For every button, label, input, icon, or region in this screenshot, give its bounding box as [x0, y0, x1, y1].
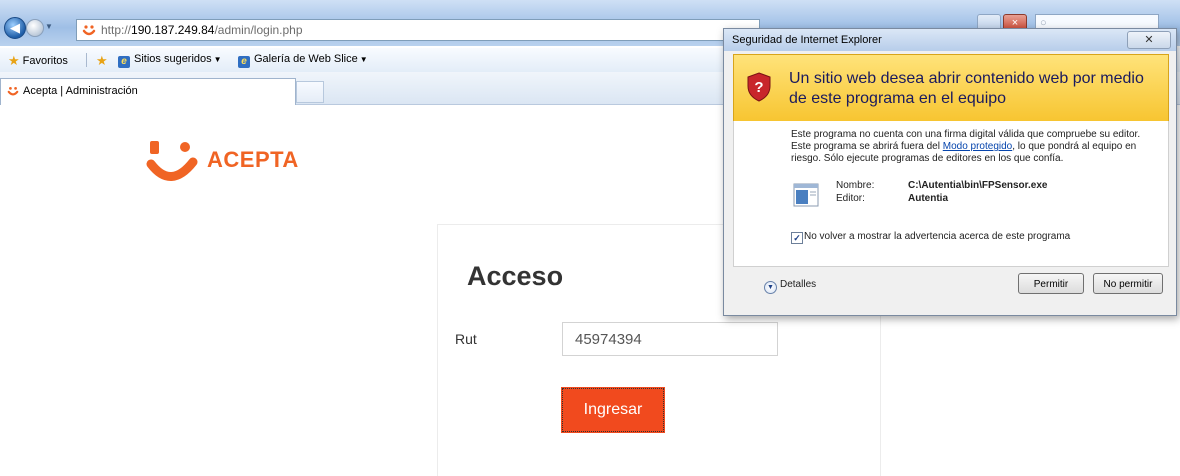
protected-mode-link[interactable]: Modo protegido [943, 141, 1013, 152]
address-bar[interactable]: http://190.187.249.84/admin/login.php [76, 19, 760, 41]
shield-warning-icon: ? [747, 72, 771, 102]
allow-button[interactable]: Permitir [1018, 273, 1084, 294]
site-favicon-icon [7, 87, 19, 96]
tab-title: Acepta | Administración [23, 85, 138, 97]
star-icon: ★ [8, 53, 20, 68]
web-slice-label: Galería de Web Slice [254, 53, 358, 65]
dont-show-again-label[interactable]: No volver a mostrar la advertencia acerc… [804, 231, 1070, 242]
favorites-button[interactable]: ★ Favoritos [8, 53, 68, 69]
dialog-warning-header: ? Un sitio web desea abrir contenido web… [733, 54, 1169, 122]
checkmark-icon: ✓ [793, 233, 801, 243]
acepta-logo: ACEPTA [145, 138, 315, 190]
back-arrow-icon: ◀ [10, 20, 20, 35]
rut-label: Rut [455, 331, 477, 347]
name-label: Nombre: [836, 180, 875, 191]
url-prefix: http:// [101, 23, 132, 37]
dialog-body: Este programa no cuenta con una firma di… [733, 121, 1169, 267]
security-dialog: Seguridad de Internet Explorer ✕ ? Un si… [723, 28, 1177, 316]
add-favorites-icon[interactable]: ★ [96, 53, 111, 69]
details-toggle[interactable]: ▼ Detalles [764, 279, 816, 294]
url-path: /admin/login.php [214, 23, 303, 37]
tab-acepta[interactable]: Acepta | Administración [0, 78, 296, 105]
dialog-description: Este programa no cuenta con una firma di… [791, 129, 1161, 165]
suggested-sites-button[interactable]: e Sitios sugeridos ▼ [118, 53, 222, 68]
publisher-value: Autentia [908, 193, 948, 204]
rut-input[interactable] [562, 322, 778, 356]
dialog-heading: Un sitio web desea abrir contenido web p… [789, 70, 1144, 107]
details-label: Detalles [780, 279, 817, 290]
acepta-logo-icon [146, 141, 198, 181]
suggested-sites-label: Sitios sugeridos [134, 53, 212, 65]
favorites-separator [86, 53, 87, 67]
ie-icon: e [238, 56, 250, 68]
chevron-down-icon: ▼ [213, 55, 222, 64]
address-url: http://190.187.249.84/admin/login.php [101, 20, 303, 40]
dialog-title: Seguridad de Internet Explorer [732, 34, 882, 46]
svg-text:?: ? [754, 79, 763, 96]
ie-icon: e [118, 56, 130, 68]
dialog-titlebar: Seguridad de Internet Explorer ✕ [724, 29, 1176, 51]
back-button[interactable]: ◀ [4, 17, 26, 39]
publisher-label: Editor: [836, 193, 865, 204]
recent-pages-dropdown-icon[interactable]: ▼ [45, 22, 53, 31]
logo-text: ACEPTA [207, 147, 299, 172]
site-favicon-icon [82, 25, 96, 36]
dont-show-again-checkbox[interactable]: ✓ [791, 232, 803, 244]
web-slice-gallery-button[interactable]: e Galería de Web Slice ▼ [238, 53, 368, 68]
login-button[interactable]: Ingresar [561, 387, 665, 433]
name-value: C:\Autentia\bin\FPSensor.exe [908, 180, 1048, 191]
page-title: Acceso [467, 261, 564, 291]
favorites-label: Favoritos [22, 55, 68, 67]
program-icon [793, 183, 819, 207]
new-tab-button[interactable] [296, 81, 324, 103]
deny-button[interactable]: No permitir [1093, 273, 1163, 294]
add-star-icon: ★ [96, 53, 108, 68]
chevron-down-icon: ▼ [764, 281, 777, 294]
chevron-down-icon: ▼ [359, 55, 368, 64]
url-host: 190.187.249.84 [131, 23, 215, 37]
dialog-close-button[interactable]: ✕ [1127, 31, 1171, 49]
close-icon: ✕ [1144, 34, 1154, 46]
forward-button[interactable] [26, 19, 44, 37]
